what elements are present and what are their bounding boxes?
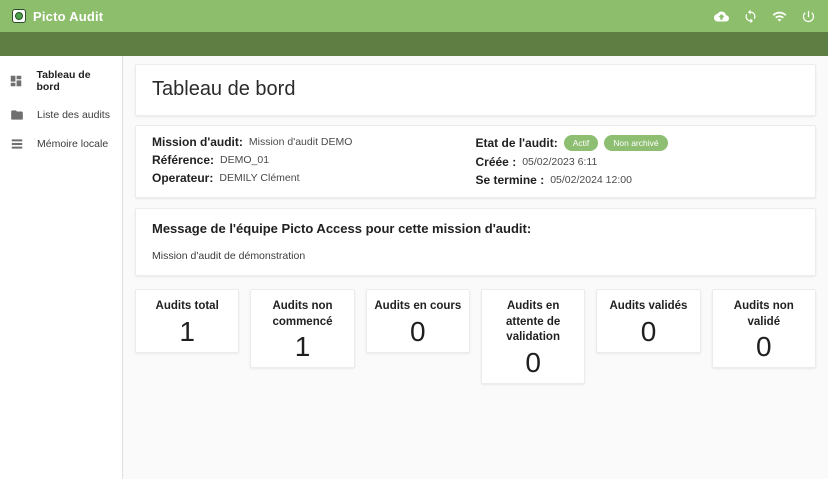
storage-icon — [9, 136, 24, 151]
header-sub-bar — [0, 32, 828, 56]
stat-card-audits-total: Audits total 1 — [135, 289, 239, 353]
status-badge-non-archive: Non archivé — [604, 135, 667, 151]
app-title: Picto Audit — [33, 9, 103, 24]
stat-label: Audits en attente de validation — [488, 299, 578, 346]
mission-name-value: Mission d'audit DEMO — [249, 136, 353, 148]
team-message-card: Message de l'équipe Picto Access pour ce… — [135, 208, 816, 276]
stat-card-audits-en-attente: Audits en attente de validation 0 — [481, 289, 585, 384]
ends-label: Se termine : — [476, 173, 545, 187]
stat-label: Audits validés — [603, 299, 693, 315]
sidebar: Tableau de bord Liste des audits Mémoire… — [0, 56, 123, 479]
operator-label: Operateur: — [152, 171, 213, 185]
status-badge-actif: Actif — [564, 135, 599, 151]
stat-label: Audits non commencé — [257, 299, 347, 330]
created-label: Créée : — [476, 155, 517, 169]
stat-value: 1 — [257, 331, 347, 363]
sidebar-item-label: Mémoire locale — [37, 138, 108, 150]
sidebar-item-tableau-de-bord[interactable]: Tableau de bord — [0, 62, 122, 100]
audit-state-label: Etat de l'audit: — [476, 136, 558, 150]
page-title: Tableau de bord — [152, 78, 799, 101]
page-title-card: Tableau de bord — [135, 64, 816, 116]
sidebar-item-label: Liste des audits — [37, 109, 110, 121]
ends-row: Se termine : 05/02/2024 12:00 — [476, 173, 800, 187]
mission-name-label: Mission d'audit: — [152, 135, 243, 149]
app-header: Picto Audit — [0, 0, 828, 32]
stat-label: Audits total — [142, 299, 232, 315]
created-row: Créée : 05/02/2023 6:11 — [476, 155, 800, 169]
sidebar-item-label: Tableau de bord — [36, 69, 114, 93]
stat-card-audits-en-cours: Audits en cours 0 — [366, 289, 470, 353]
team-message-body: Mission d'audit de démonstration — [152, 250, 799, 262]
ends-value: 05/02/2024 12:00 — [550, 174, 632, 186]
stat-card-audits-non-commence: Audits non commencé 1 — [250, 289, 354, 368]
stats-row: Audits total 1 Audits non commencé 1 Aud… — [135, 289, 816, 384]
stat-value: 0 — [488, 347, 578, 379]
power-icon[interactable] — [800, 8, 816, 24]
stat-value: 1 — [142, 316, 232, 348]
wifi-icon[interactable] — [771, 8, 787, 24]
sidebar-item-memoire-locale[interactable]: Mémoire locale — [0, 129, 122, 158]
mission-info-card: Mission d'audit: Mission d'audit DEMO Ré… — [135, 125, 816, 198]
reference-row: Référence: DEMO_01 — [152, 153, 476, 167]
main-content: Tableau de bord Mission d'audit: Mission… — [123, 56, 828, 479]
stat-card-audits-valides: Audits validés 0 — [596, 289, 700, 353]
team-message-title: Message de l'équipe Picto Access pour ce… — [152, 221, 799, 236]
sidebar-item-liste-des-audits[interactable]: Liste des audits — [0, 100, 122, 129]
reference-value: DEMO_01 — [220, 154, 269, 166]
stat-card-audits-non-valide: Audits non validé 0 — [712, 289, 816, 368]
mission-info-right: Etat de l'audit: Actif Non archivé Créée… — [476, 135, 800, 187]
dashboard-icon — [9, 74, 23, 89]
operator-row: Operateur: DEMILY Clément — [152, 171, 476, 185]
audit-state-row: Etat de l'audit: Actif Non archivé — [476, 135, 800, 151]
sync-icon[interactable] — [742, 8, 758, 24]
reference-label: Référence: — [152, 153, 214, 167]
operator-value: DEMILY Clément — [219, 172, 299, 184]
stat-value: 0 — [719, 331, 809, 363]
mission-info-left: Mission d'audit: Mission d'audit DEMO Ré… — [152, 135, 476, 187]
created-value: 05/02/2023 6:11 — [522, 156, 597, 168]
stat-label: Audits en cours — [373, 299, 463, 315]
app-logo-icon — [12, 9, 26, 23]
stat-value: 0 — [373, 316, 463, 348]
stat-label: Audits non validé — [719, 299, 809, 330]
stat-value: 0 — [603, 316, 693, 348]
cloud-upload-icon[interactable] — [713, 8, 729, 24]
mission-name-row: Mission d'audit: Mission d'audit DEMO — [152, 135, 476, 149]
folder-icon — [9, 107, 24, 122]
